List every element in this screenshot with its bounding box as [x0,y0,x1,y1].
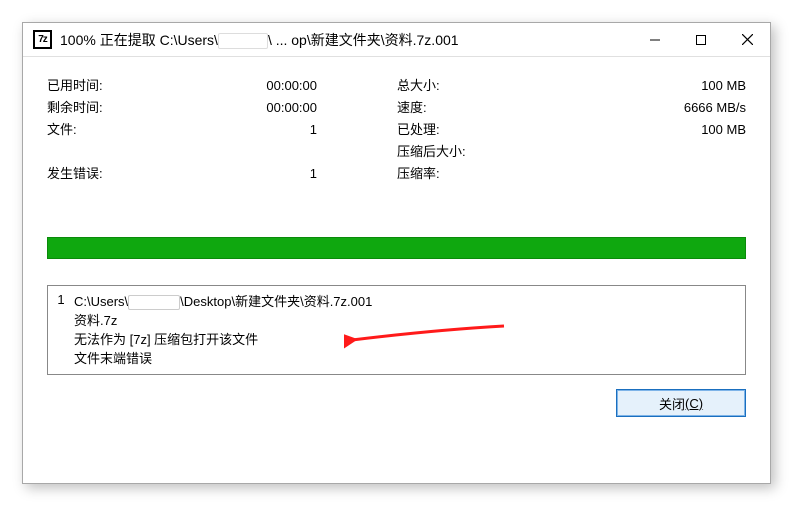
remaining-label: 剩余时间: [47,97,147,119]
redacted-username-2 [128,295,180,310]
close-window-button[interactable] [724,23,770,56]
errors-value: 1 [147,163,317,185]
minimize-button[interactable] [632,23,678,56]
close-button-label: 关闭 [659,394,685,413]
error-archive-name: 资料.7z [74,311,737,330]
window-title: 100% 正在提取 C:\Users\ \ ... op\新建文件夹\资料.7z.… [60,30,459,50]
dialog-window: 7z 100% 正在提取 C:\Users\ \ ... op\新建文件夹\资料.… [22,22,771,484]
packed-size-value [507,141,746,163]
elapsed-label: 已用时间: [47,75,147,97]
maximize-button[interactable] [678,23,724,56]
maximize-icon [696,35,706,45]
progress-bar [47,237,746,259]
error-message-2: 文件末端错误 [74,349,737,368]
list-body: C:\Users\\Desktop\新建文件夹\资料.7z.001 资料.7z … [74,286,745,374]
speed-label: 速度: [397,97,507,119]
total-size-value: 100 MB [507,75,746,97]
packed-size-label: 压缩后大小: [397,141,507,163]
app-icon-7z: 7z [33,30,52,49]
error-message-1: 无法作为 [7z] 压缩包打开该文件 [74,330,737,349]
titlebar: 7z 100% 正在提取 C:\Users\ \ ... op\新建文件夹\资料.… [23,23,770,57]
files-label: 文件: [47,119,147,141]
close-icon [742,34,753,45]
title-suffix: \ ... op\新建文件夹\资料.7z.001 [268,32,459,48]
close-button-accel: (C) [685,396,703,411]
close-button[interactable]: 关闭(C) [616,389,746,417]
stats-grid: 已用时间: 00:00:00 总大小: 100 MB 剩余时间: 00:00:0… [47,75,746,185]
ratio-label: 压缩率: [397,163,507,185]
errors-label: 发生错误: [47,163,147,185]
title-prefix: 100% 正在提取 C:\Users\ [60,32,218,48]
minimize-icon [650,35,660,45]
total-size-label: 总大小: [397,75,507,97]
path-suffix: \Desktop\新建文件夹\资料.7z.001 [180,294,372,309]
ratio-value [507,163,746,185]
elapsed-value: 00:00:00 [147,75,317,97]
redacted-username [218,33,268,49]
message-list[interactable]: 1 C:\Users\ \Desktop\新建文件夹\资料.7z.001 资料.7… [47,285,746,375]
progress-area [47,237,746,259]
processed-value: 100 MB [507,119,746,141]
button-row: 关闭(C) [47,389,746,417]
window-controls [632,23,770,56]
files-value: 1 [147,119,317,141]
list-index: 1 [48,286,74,374]
speed-value: 6666 MB/s [507,97,746,119]
error-file-path: C:\Users\ \Desktop\新建文件夹\资料.7z.001 [74,292,737,311]
content-area: 已用时间: 00:00:00 总大小: 100 MB 剩余时间: 00:00:0… [23,57,770,433]
title-area: 7z 100% 正在提取 C:\Users\ \ ... op\新建文件夹\资料.… [23,30,632,50]
path-prefix: C:\Users\ [74,294,128,309]
processed-label: 已处理: [397,119,507,141]
remaining-value: 00:00:00 [147,97,317,119]
